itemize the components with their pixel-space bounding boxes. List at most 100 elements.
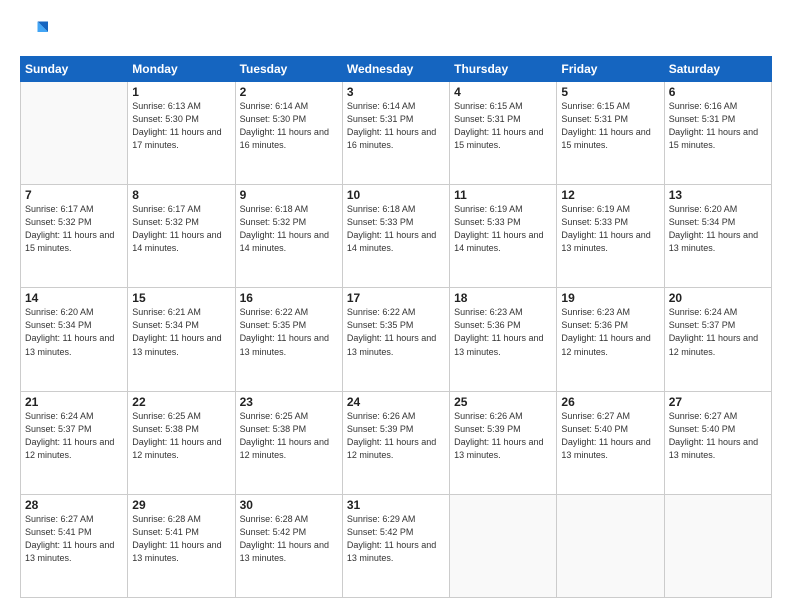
weekday-header-sunday: Sunday: [21, 57, 128, 82]
day-info: Sunrise: 6:27 AMSunset: 5:41 PMDaylight:…: [25, 513, 123, 565]
day-number: 15: [132, 291, 230, 305]
day-info: Sunrise: 6:22 AMSunset: 5:35 PMDaylight:…: [240, 306, 338, 358]
day-info: Sunrise: 6:17 AMSunset: 5:32 PMDaylight:…: [25, 203, 123, 255]
day-number: 13: [669, 188, 767, 202]
calendar-cell: 1Sunrise: 6:13 AMSunset: 5:30 PMDaylight…: [128, 82, 235, 185]
day-info: Sunrise: 6:26 AMSunset: 5:39 PMDaylight:…: [454, 410, 552, 462]
calendar-cell: 16Sunrise: 6:22 AMSunset: 5:35 PMDayligh…: [235, 288, 342, 391]
weekday-header-monday: Monday: [128, 57, 235, 82]
day-number: 25: [454, 395, 552, 409]
calendar-cell: 30Sunrise: 6:28 AMSunset: 5:42 PMDayligh…: [235, 494, 342, 597]
day-info: Sunrise: 6:19 AMSunset: 5:33 PMDaylight:…: [454, 203, 552, 255]
calendar-cell: 6Sunrise: 6:16 AMSunset: 5:31 PMDaylight…: [664, 82, 771, 185]
calendar-cell: 24Sunrise: 6:26 AMSunset: 5:39 PMDayligh…: [342, 391, 449, 494]
calendar-cell: [557, 494, 664, 597]
day-info: Sunrise: 6:28 AMSunset: 5:42 PMDaylight:…: [240, 513, 338, 565]
weekday-header-tuesday: Tuesday: [235, 57, 342, 82]
day-number: 23: [240, 395, 338, 409]
day-number: 2: [240, 85, 338, 99]
calendar-cell: 12Sunrise: 6:19 AMSunset: 5:33 PMDayligh…: [557, 185, 664, 288]
day-number: 19: [561, 291, 659, 305]
day-number: 12: [561, 188, 659, 202]
week-row-1: 1Sunrise: 6:13 AMSunset: 5:30 PMDaylight…: [21, 82, 772, 185]
calendar-cell: 2Sunrise: 6:14 AMSunset: 5:30 PMDaylight…: [235, 82, 342, 185]
calendar-cell: 8Sunrise: 6:17 AMSunset: 5:32 PMDaylight…: [128, 185, 235, 288]
day-info: Sunrise: 6:15 AMSunset: 5:31 PMDaylight:…: [454, 100, 552, 152]
calendar-cell: 20Sunrise: 6:24 AMSunset: 5:37 PMDayligh…: [664, 288, 771, 391]
day-info: Sunrise: 6:20 AMSunset: 5:34 PMDaylight:…: [669, 203, 767, 255]
day-info: Sunrise: 6:13 AMSunset: 5:30 PMDaylight:…: [132, 100, 230, 152]
calendar-cell: 22Sunrise: 6:25 AMSunset: 5:38 PMDayligh…: [128, 391, 235, 494]
calendar-cell: 28Sunrise: 6:27 AMSunset: 5:41 PMDayligh…: [21, 494, 128, 597]
calendar-cell: 4Sunrise: 6:15 AMSunset: 5:31 PMDaylight…: [450, 82, 557, 185]
day-info: Sunrise: 6:28 AMSunset: 5:41 PMDaylight:…: [132, 513, 230, 565]
day-number: 31: [347, 498, 445, 512]
weekday-header-row: SundayMondayTuesdayWednesdayThursdayFrid…: [21, 57, 772, 82]
day-number: 24: [347, 395, 445, 409]
calendar-cell: [664, 494, 771, 597]
weekday-header-wednesday: Wednesday: [342, 57, 449, 82]
calendar-cell: 5Sunrise: 6:15 AMSunset: 5:31 PMDaylight…: [557, 82, 664, 185]
day-info: Sunrise: 6:24 AMSunset: 5:37 PMDaylight:…: [25, 410, 123, 462]
week-row-2: 7Sunrise: 6:17 AMSunset: 5:32 PMDaylight…: [21, 185, 772, 288]
calendar-cell: [21, 82, 128, 185]
day-info: Sunrise: 6:15 AMSunset: 5:31 PMDaylight:…: [561, 100, 659, 152]
day-info: Sunrise: 6:27 AMSunset: 5:40 PMDaylight:…: [669, 410, 767, 462]
calendar-cell: [450, 494, 557, 597]
day-number: 29: [132, 498, 230, 512]
day-number: 3: [347, 85, 445, 99]
day-info: Sunrise: 6:16 AMSunset: 5:31 PMDaylight:…: [669, 100, 767, 152]
calendar-cell: 9Sunrise: 6:18 AMSunset: 5:32 PMDaylight…: [235, 185, 342, 288]
day-info: Sunrise: 6:14 AMSunset: 5:30 PMDaylight:…: [240, 100, 338, 152]
day-info: Sunrise: 6:23 AMSunset: 5:36 PMDaylight:…: [561, 306, 659, 358]
day-info: Sunrise: 6:26 AMSunset: 5:39 PMDaylight:…: [347, 410, 445, 462]
calendar-cell: 14Sunrise: 6:20 AMSunset: 5:34 PMDayligh…: [21, 288, 128, 391]
calendar-cell: 17Sunrise: 6:22 AMSunset: 5:35 PMDayligh…: [342, 288, 449, 391]
day-number: 30: [240, 498, 338, 512]
logo: [20, 18, 52, 46]
day-number: 14: [25, 291, 123, 305]
day-number: 8: [132, 188, 230, 202]
day-number: 5: [561, 85, 659, 99]
day-number: 20: [669, 291, 767, 305]
calendar-cell: 23Sunrise: 6:25 AMSunset: 5:38 PMDayligh…: [235, 391, 342, 494]
day-number: 21: [25, 395, 123, 409]
calendar-cell: 26Sunrise: 6:27 AMSunset: 5:40 PMDayligh…: [557, 391, 664, 494]
day-info: Sunrise: 6:18 AMSunset: 5:32 PMDaylight:…: [240, 203, 338, 255]
week-row-4: 21Sunrise: 6:24 AMSunset: 5:37 PMDayligh…: [21, 391, 772, 494]
logo-icon: [20, 18, 48, 46]
page-header: [20, 18, 772, 46]
calendar-cell: 25Sunrise: 6:26 AMSunset: 5:39 PMDayligh…: [450, 391, 557, 494]
calendar-cell: 18Sunrise: 6:23 AMSunset: 5:36 PMDayligh…: [450, 288, 557, 391]
day-number: 4: [454, 85, 552, 99]
calendar-cell: 7Sunrise: 6:17 AMSunset: 5:32 PMDaylight…: [21, 185, 128, 288]
calendar-cell: 27Sunrise: 6:27 AMSunset: 5:40 PMDayligh…: [664, 391, 771, 494]
calendar-table: SundayMondayTuesdayWednesdayThursdayFrid…: [20, 56, 772, 598]
day-number: 11: [454, 188, 552, 202]
day-info: Sunrise: 6:18 AMSunset: 5:33 PMDaylight:…: [347, 203, 445, 255]
day-info: Sunrise: 6:21 AMSunset: 5:34 PMDaylight:…: [132, 306, 230, 358]
day-number: 16: [240, 291, 338, 305]
calendar-cell: 19Sunrise: 6:23 AMSunset: 5:36 PMDayligh…: [557, 288, 664, 391]
day-number: 7: [25, 188, 123, 202]
calendar-cell: 15Sunrise: 6:21 AMSunset: 5:34 PMDayligh…: [128, 288, 235, 391]
day-number: 28: [25, 498, 123, 512]
day-number: 18: [454, 291, 552, 305]
day-number: 26: [561, 395, 659, 409]
weekday-header-thursday: Thursday: [450, 57, 557, 82]
day-info: Sunrise: 6:14 AMSunset: 5:31 PMDaylight:…: [347, 100, 445, 152]
day-info: Sunrise: 6:25 AMSunset: 5:38 PMDaylight:…: [240, 410, 338, 462]
day-info: Sunrise: 6:24 AMSunset: 5:37 PMDaylight:…: [669, 306, 767, 358]
calendar-cell: 10Sunrise: 6:18 AMSunset: 5:33 PMDayligh…: [342, 185, 449, 288]
weekday-header-friday: Friday: [557, 57, 664, 82]
day-info: Sunrise: 6:20 AMSunset: 5:34 PMDaylight:…: [25, 306, 123, 358]
day-info: Sunrise: 6:23 AMSunset: 5:36 PMDaylight:…: [454, 306, 552, 358]
day-info: Sunrise: 6:27 AMSunset: 5:40 PMDaylight:…: [561, 410, 659, 462]
calendar-cell: 29Sunrise: 6:28 AMSunset: 5:41 PMDayligh…: [128, 494, 235, 597]
day-number: 27: [669, 395, 767, 409]
calendar-cell: 11Sunrise: 6:19 AMSunset: 5:33 PMDayligh…: [450, 185, 557, 288]
day-number: 9: [240, 188, 338, 202]
calendar-page: SundayMondayTuesdayWednesdayThursdayFrid…: [0, 0, 792, 612]
day-number: 1: [132, 85, 230, 99]
day-info: Sunrise: 6:17 AMSunset: 5:32 PMDaylight:…: [132, 203, 230, 255]
